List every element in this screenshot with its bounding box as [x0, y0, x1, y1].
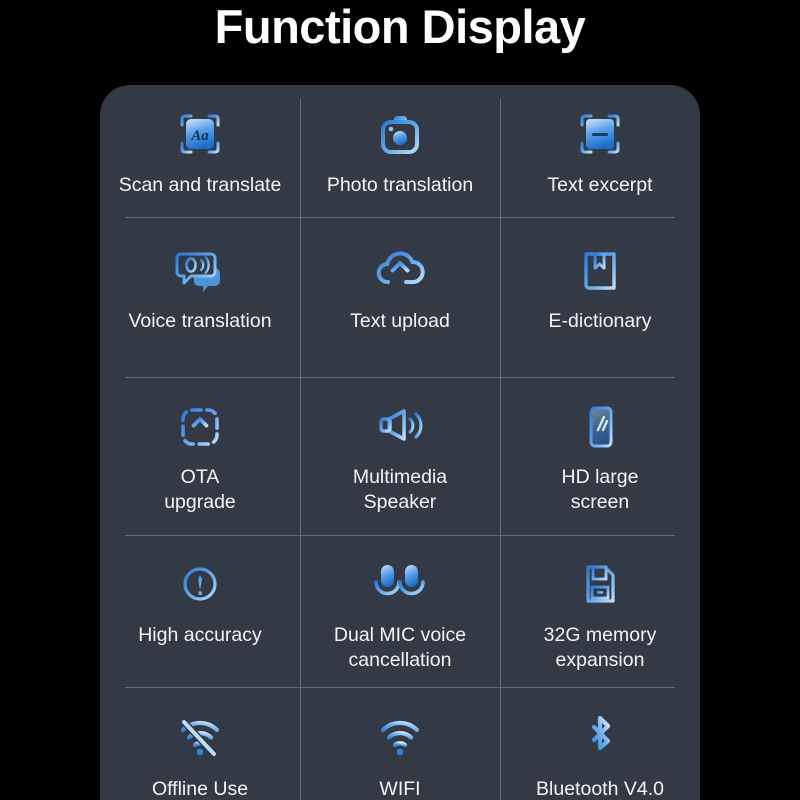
bluetooth-icon — [573, 709, 627, 765]
feature-label: Text excerpt — [547, 174, 653, 196]
feature-item-scan-and-translate[interactable]: Aa Scan and translate — [100, 85, 300, 217]
feature-label: 32G memory expansion — [543, 624, 657, 671]
ota-upgrade-icon — [173, 399, 227, 455]
feature-item-32g-memory-expansion[interactable]: 32G memory expansion — [500, 535, 700, 687]
book-icon — [573, 241, 627, 301]
feature-item-wifi[interactable]: WIFI — [300, 687, 500, 800]
feature-card: Aa Scan and translate Photo translation … — [100, 85, 700, 800]
feature-item-high-accuracy[interactable]: High accuracy — [100, 535, 300, 687]
voice-translation-icon — [171, 241, 229, 301]
feature-item-hd-large-screen[interactable]: HD large screen — [500, 377, 700, 535]
feature-label: Bluetooth V4.0 — [536, 778, 664, 800]
feature-grid: Aa Scan and translate Photo translation … — [100, 85, 700, 800]
memory-card-icon — [573, 555, 627, 613]
feature-item-bluetooth[interactable]: Bluetooth V4.0 — [500, 687, 700, 800]
text-excerpt-icon — [573, 105, 627, 165]
feature-label: Dual MIC voice cancellation — [333, 624, 467, 671]
feature-item-ota-upgrade[interactable]: OTA upgrade — [100, 377, 300, 535]
dual-microphone-icon — [367, 555, 433, 613]
wifi-off-icon — [170, 709, 230, 765]
target-accuracy-icon — [173, 555, 227, 613]
feature-label: HD large screen — [561, 466, 639, 513]
feature-item-e-dictionary[interactable]: E-dictionary — [500, 217, 700, 377]
scan-translate-icon: Aa — [173, 105, 227, 165]
camera-icon — [373, 105, 427, 165]
feature-item-dual-mic-voice-cancellation[interactable]: Dual MIC voice cancellation — [300, 535, 500, 687]
feature-label: Text upload — [350, 310, 450, 332]
feature-label: Offline Use — [151, 778, 249, 800]
feature-label: WIFI — [379, 778, 421, 800]
page-title: Function Display — [214, 0, 586, 53]
feature-label: Photo translation — [326, 174, 474, 196]
feature-label: E-dictionary — [548, 310, 652, 332]
phone-screen-icon — [573, 399, 627, 455]
feature-item-multimedia-speaker[interactable]: Multimedia Speaker — [300, 377, 500, 535]
feature-item-offline-use[interactable]: Offline Use — [100, 687, 300, 800]
feature-label: OTA upgrade — [164, 466, 236, 513]
feature-item-photo-translation[interactable]: Photo translation — [300, 85, 500, 217]
feature-label: Multimedia Speaker — [352, 466, 448, 513]
cloud-upload-icon — [371, 241, 429, 301]
megaphone-icon — [370, 399, 430, 455]
wifi-icon — [370, 709, 430, 765]
feature-label: High accuracy — [138, 624, 262, 646]
feature-label: Scan and translate — [118, 174, 282, 196]
feature-item-text-excerpt[interactable]: Text excerpt — [500, 85, 700, 217]
svg-text:Aa: Aa — [190, 128, 209, 144]
feature-item-text-upload[interactable]: Text upload — [300, 217, 500, 377]
function-display-page: Function Display Aa Scan and translate P… — [0, 0, 800, 800]
feature-label: Voice translation — [128, 310, 272, 332]
feature-item-voice-translation[interactable]: Voice translation — [100, 217, 300, 377]
